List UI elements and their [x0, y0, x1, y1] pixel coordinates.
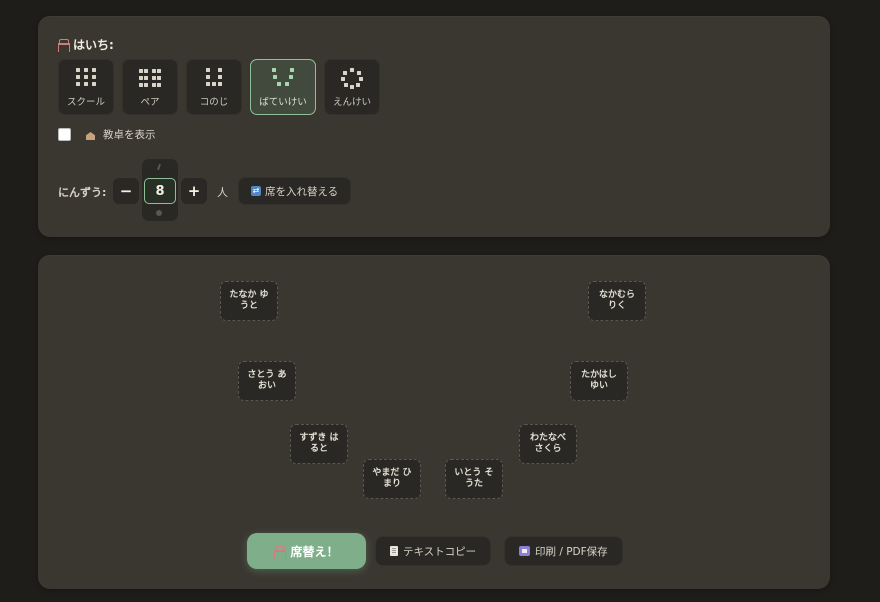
- shuffle-seats-button[interactable]: 席替え！: [247, 533, 366, 569]
- seat-card[interactable]: なかむら りく: [588, 281, 646, 321]
- chair-icon: [58, 39, 70, 52]
- swap-seats-label: 席を入れ替える: [265, 185, 339, 198]
- seat-card[interactable]: さとう あおい: [238, 361, 296, 401]
- increment-button[interactable]: +: [181, 178, 207, 204]
- seat-card[interactable]: いとう そうた: [445, 459, 503, 499]
- swap-seats-button[interactable]: ⇄ 席を入れ替える: [238, 177, 352, 205]
- seat-card[interactable]: すずき はると: [290, 424, 348, 464]
- podium-toggle: 教卓を表示: [58, 127, 156, 142]
- copy-text-button[interactable]: テキストコピー: [375, 536, 492, 566]
- layout-option-pair[interactable]: ペア: [122, 59, 178, 115]
- settings-panel: はいち: スクール ペア コのじ ばていけい えんけい 教卓を表示 にんずう: …: [38, 16, 830, 237]
- layout-section-label: はいち:: [58, 36, 114, 53]
- decrement-button[interactable]: −: [113, 178, 139, 204]
- copy-text-label: テキストコピー: [403, 545, 477, 558]
- ko-shape-icon: [203, 68, 225, 88]
- layout-option-horseshoe[interactable]: ばていけい: [250, 59, 316, 115]
- circle-shape-icon: [341, 68, 363, 89]
- podium-label: 教卓を表示: [103, 129, 156, 141]
- seat-card[interactable]: たなか ゆうと: [220, 281, 278, 321]
- printer-icon: [519, 546, 530, 556]
- podium-checkbox[interactable]: [58, 128, 71, 141]
- layout-option-label: ペア: [140, 97, 160, 108]
- layout-options: スクール ペア コのじ ばていけい えんけい: [58, 59, 380, 115]
- unit-label: 人: [217, 186, 228, 199]
- layout-option-school[interactable]: スクール: [58, 59, 114, 115]
- seat-card[interactable]: たかはし ゆい: [570, 361, 628, 401]
- count-input[interactable]: 8: [144, 178, 176, 204]
- seating-chart-panel: たなか ゆうと なかむら りく さとう あおい たかはし ゆい すずき はると …: [38, 255, 830, 589]
- swap-icon: ⇄: [251, 186, 261, 196]
- layout-option-circle[interactable]: えんけい: [324, 59, 380, 115]
- count-label: にんずう:: [58, 186, 107, 199]
- seat-card[interactable]: やまだ ひまり: [363, 459, 421, 499]
- print-button[interactable]: 印刷 / PDF保存: [504, 536, 623, 566]
- layout-option-label: スクール: [66, 97, 105, 108]
- layout-option-label: コのじ: [199, 97, 229, 108]
- clipboard-icon: [390, 546, 398, 556]
- print-label: 印刷 / PDF保存: [535, 545, 608, 558]
- u-shape-icon: [272, 68, 294, 88]
- chair-icon: [274, 545, 287, 559]
- shuffle-seats-label: 席替え！: [290, 544, 339, 559]
- layout-option-label: えんけい: [332, 97, 371, 108]
- podium-icon: [85, 129, 96, 140]
- layout-option-ko[interactable]: コのじ: [186, 59, 242, 115]
- layout-label: はいち:: [73, 38, 114, 52]
- seat-card[interactable]: わたなべ さくら: [519, 424, 577, 464]
- layout-option-label: ばていけい: [259, 97, 307, 108]
- grid-pair-icon: [139, 68, 161, 88]
- action-bar: 席替え！ テキストコピー 印刷 / PDF保存: [38, 533, 830, 569]
- grid-school-icon: [75, 68, 97, 88]
